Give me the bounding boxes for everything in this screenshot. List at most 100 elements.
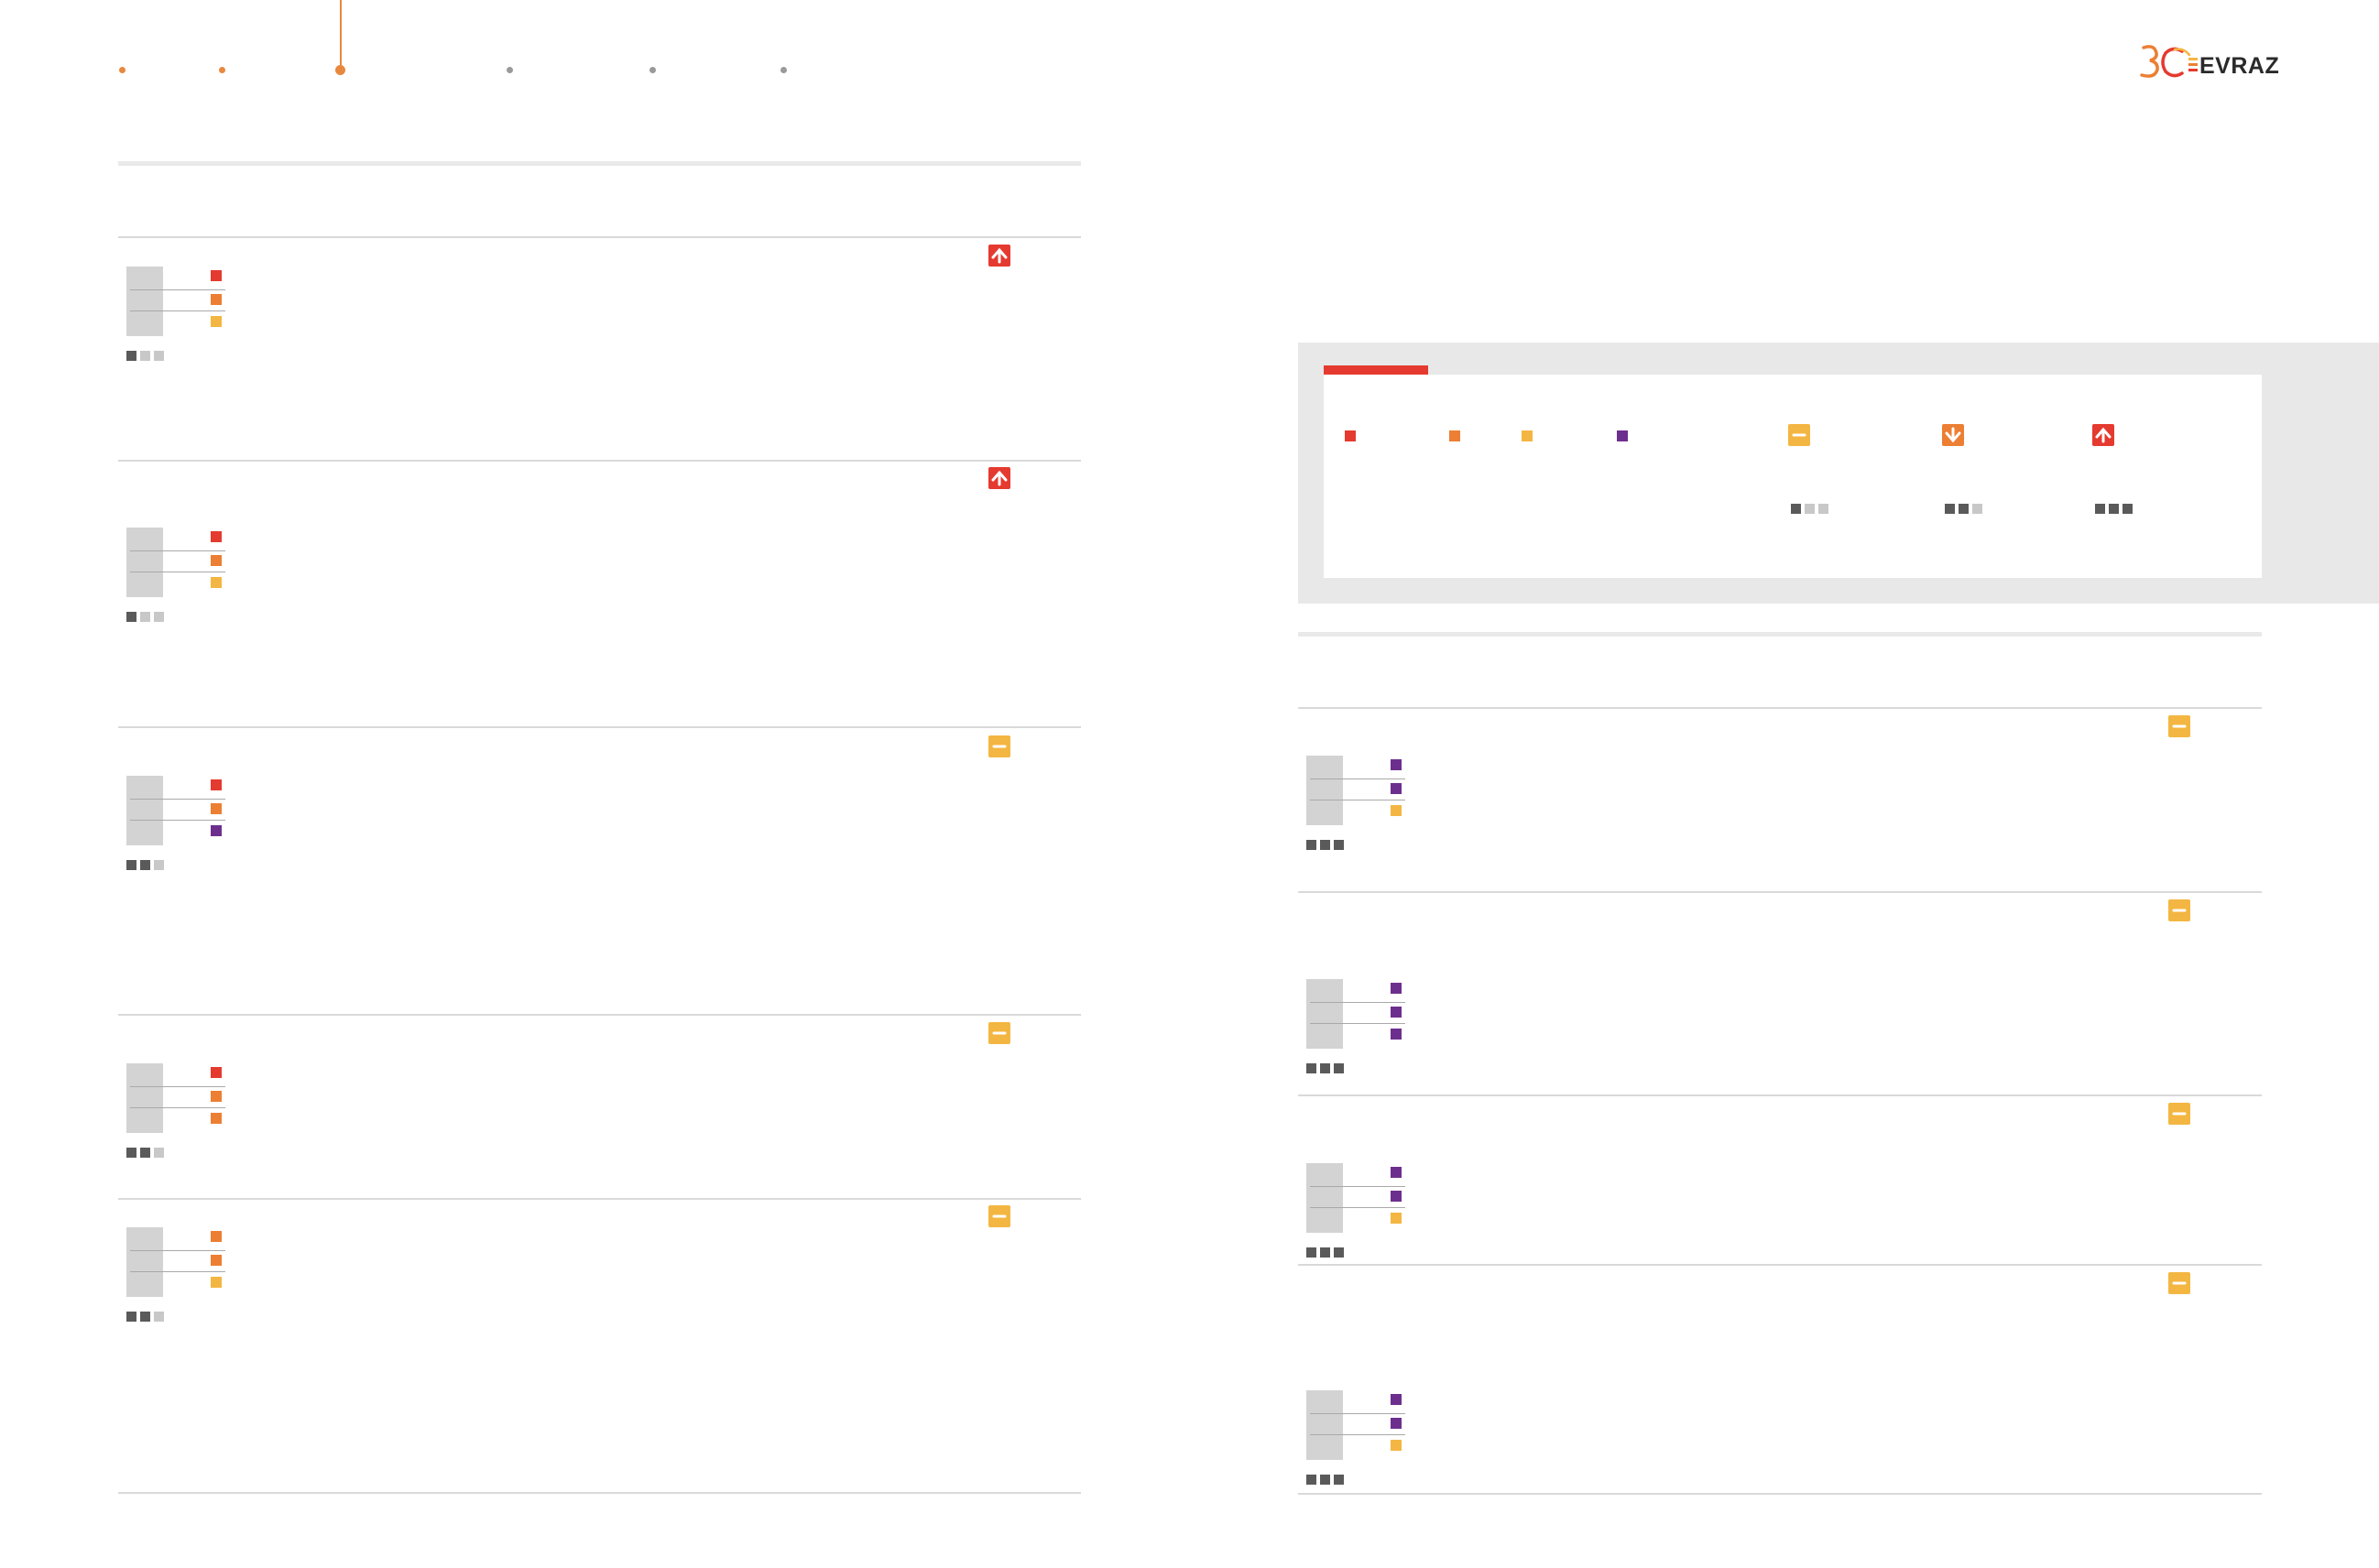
legend-category-square bbox=[1617, 430, 1628, 441]
risk-entry bbox=[126, 776, 246, 877]
matrix-divider bbox=[1310, 1002, 1405, 1003]
nav-current-indicator bbox=[340, 0, 342, 70]
risk-matrix bbox=[126, 528, 163, 597]
right-divider bbox=[1298, 1094, 2262, 1096]
risk-level-square bbox=[140, 1312, 150, 1322]
risk-entry bbox=[126, 1227, 246, 1328]
risk-level-square bbox=[154, 860, 164, 870]
matrix-divider bbox=[130, 1250, 225, 1251]
risk-category-square bbox=[211, 1067, 222, 1078]
trend-increase-icon bbox=[988, 467, 1010, 489]
risk-level-square bbox=[1320, 1247, 1330, 1258]
risk-category-square bbox=[1391, 759, 1402, 770]
risk-matrix bbox=[1306, 1390, 1343, 1460]
risk-level-square bbox=[1791, 504, 1801, 514]
left-divider bbox=[118, 460, 1081, 462]
matrix-divider bbox=[130, 289, 225, 290]
risk-level-square bbox=[154, 1148, 164, 1158]
trend-stable-icon bbox=[2168, 715, 2190, 737]
risk-level-square bbox=[2095, 504, 2105, 514]
risk-category-square bbox=[1391, 1394, 1402, 1405]
trend-stable-icon bbox=[988, 1205, 1010, 1227]
left-divider bbox=[118, 1198, 1081, 1200]
risk-category-square bbox=[211, 825, 222, 836]
legend-category-square bbox=[1345, 430, 1356, 441]
risk-matrix bbox=[126, 1063, 163, 1133]
risk-level-square bbox=[1334, 840, 1344, 850]
nav-step-dot[interactable] bbox=[507, 67, 513, 73]
nav-step-dot[interactable] bbox=[335, 65, 345, 75]
risk-level-square bbox=[1972, 504, 1982, 514]
matrix-divider bbox=[1310, 1434, 1405, 1435]
risk-matrix bbox=[126, 267, 163, 336]
risk-level-square bbox=[1334, 1247, 1344, 1258]
risk-level-square bbox=[1306, 840, 1316, 850]
left-header-rule bbox=[118, 161, 1081, 166]
right-divider bbox=[1298, 1493, 2262, 1495]
risk-level-square bbox=[1320, 1475, 1330, 1485]
risk-category-square bbox=[1391, 1418, 1402, 1429]
risk-category-square bbox=[1391, 1007, 1402, 1018]
trend-stable-icon bbox=[988, 735, 1010, 757]
risk-matrix bbox=[1306, 979, 1343, 1049]
nav-step-dot[interactable] bbox=[219, 67, 225, 73]
right-divider bbox=[1298, 891, 2262, 893]
matrix-divider bbox=[1310, 1186, 1405, 1187]
legend-card bbox=[1324, 375, 2262, 578]
matrix-divider bbox=[130, 1271, 225, 1272]
risk-level-square bbox=[1306, 1475, 1316, 1485]
risk-category-square bbox=[211, 555, 222, 566]
risk-level-square bbox=[126, 612, 136, 622]
risk-level-square bbox=[154, 1312, 164, 1322]
risk-level-square bbox=[1306, 1247, 1316, 1258]
left-divider bbox=[118, 1492, 1081, 1494]
risk-level-square bbox=[1805, 504, 1815, 514]
risk-category-square bbox=[211, 803, 222, 814]
risk-category-square bbox=[1391, 1191, 1402, 1202]
nav-step-dot[interactable] bbox=[780, 67, 787, 73]
logo-bars bbox=[2188, 58, 2198, 71]
risk-matrix bbox=[1306, 756, 1343, 825]
matrix-divider bbox=[130, 820, 225, 821]
risk-level-square bbox=[140, 860, 150, 870]
risk-category-square bbox=[211, 316, 222, 327]
risk-category-square bbox=[1391, 805, 1402, 816]
risk-entry bbox=[126, 267, 246, 367]
risk-level-square bbox=[1945, 504, 1955, 514]
trend-stable-icon bbox=[2168, 899, 2190, 921]
risk-category-square bbox=[1391, 1213, 1402, 1224]
risk-entry bbox=[126, 528, 246, 628]
risk-entry bbox=[1306, 756, 1425, 856]
risk-level-square bbox=[126, 1312, 136, 1322]
risk-category-square bbox=[1391, 983, 1402, 994]
risk-entry bbox=[1306, 1390, 1425, 1491]
risk-matrix bbox=[1306, 1163, 1343, 1233]
matrix-divider bbox=[1310, 1207, 1405, 1208]
risk-matrix bbox=[126, 1227, 163, 1297]
left-divider bbox=[118, 1014, 1081, 1016]
risk-level-square bbox=[140, 351, 150, 361]
legend-category-square bbox=[1449, 430, 1460, 441]
risk-category-square bbox=[1391, 1029, 1402, 1040]
risk-entry bbox=[126, 1063, 246, 1164]
risk-level-square bbox=[140, 612, 150, 622]
risk-category-square bbox=[211, 1277, 222, 1288]
trend-stable-icon bbox=[988, 1022, 1010, 1044]
risk-category-square bbox=[211, 1231, 222, 1242]
risk-category-square bbox=[211, 531, 222, 542]
risk-category-square bbox=[211, 779, 222, 790]
risk-level-square bbox=[154, 351, 164, 361]
risk-category-square bbox=[1391, 1167, 1402, 1178]
risk-level-square bbox=[126, 860, 136, 870]
nav-step-dot[interactable] bbox=[119, 67, 125, 73]
risk-category-square bbox=[211, 270, 222, 281]
risk-level-square bbox=[126, 351, 136, 361]
risk-level-square bbox=[140, 1148, 150, 1158]
risk-category-square bbox=[211, 1113, 222, 1124]
risk-level-square bbox=[1320, 1063, 1330, 1073]
risk-level-square bbox=[2109, 504, 2119, 514]
risk-level-square bbox=[2123, 504, 2133, 514]
right-divider bbox=[1298, 1264, 2262, 1266]
risk-category-square bbox=[1391, 1440, 1402, 1451]
nav-step-dot[interactable] bbox=[649, 67, 656, 73]
